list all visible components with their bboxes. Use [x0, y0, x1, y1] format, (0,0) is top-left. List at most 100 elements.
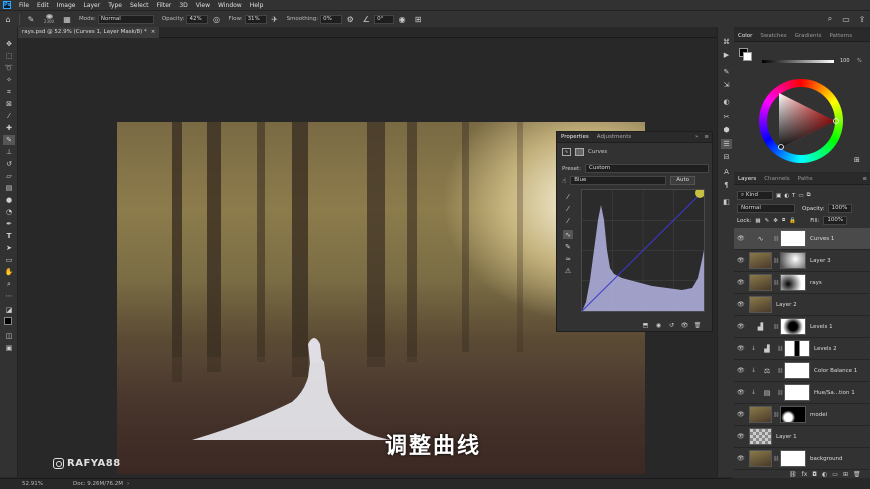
fx-icon[interactable]: fx — [802, 471, 808, 478]
layer-name[interactable]: Curves 1 — [810, 236, 834, 242]
auto-button[interactable]: Auto — [670, 176, 696, 185]
layer-row[interactable]: 👁 ⛓ background — [734, 448, 870, 470]
menu-type[interactable]: Type — [104, 2, 126, 9]
airbrush-icon[interactable]: ✈ — [270, 14, 280, 24]
layer-opacity-input[interactable]: 100% — [827, 204, 852, 213]
tab-paths[interactable]: Paths — [794, 176, 817, 182]
color-wheel[interactable] — [759, 79, 843, 163]
properties-panel-icon[interactable]: ☰ — [721, 139, 732, 149]
visibility-eye-icon[interactable]: 👁 — [737, 455, 745, 462]
layer-mask-thumbnail[interactable] — [784, 362, 810, 379]
visibility-eye-icon[interactable]: 👁 — [737, 433, 745, 440]
layer-row[interactable]: 👁 Layer 2 — [734, 294, 870, 316]
lock-transparency-icon[interactable]: ▦ — [755, 218, 760, 224]
new-layer-icon[interactable]: ⊞ — [843, 471, 848, 478]
edit-points-icon[interactable]: ∿ — [563, 230, 573, 239]
tab-channels[interactable]: Channels — [760, 176, 793, 182]
menu-3d[interactable]: 3D — [175, 2, 191, 9]
blur-tool-icon[interactable]: ● — [3, 195, 15, 205]
history-icon[interactable]: ⌘ — [721, 37, 732, 47]
layer-row[interactable]: 👁 ↓ ▤ ⛓ Hue/Sa...tion 1 — [734, 382, 870, 404]
visibility-icon[interactable]: 👁 — [680, 322, 689, 330]
quick-mask-icon[interactable]: ◫ — [3, 331, 15, 341]
eraser-tool-icon[interactable]: ▱ — [3, 171, 15, 181]
play-actions-icon[interactable]: ▶ — [721, 50, 732, 60]
reset-icon[interactable]: ↺ — [667, 322, 676, 330]
layer-row[interactable]: 👁 ∿ ⛓ Curves 1 — [734, 228, 870, 250]
libraries-icon[interactable]: ◧ — [721, 197, 732, 207]
character-panel-icon[interactable]: A — [721, 167, 732, 177]
filter-smart-icon[interactable]: ⧉ — [807, 192, 811, 199]
quick-select-tool-icon[interactable]: ✧ — [3, 75, 15, 85]
layer-name[interactable]: Hue/Sa...tion 1 — [814, 390, 855, 396]
layer-mask-thumbnail[interactable] — [780, 252, 806, 269]
blend-mode-select[interactable]: Normal — [737, 204, 795, 213]
channel-select[interactable]: Blue — [570, 176, 667, 185]
new-adjustment-icon[interactable]: ◐ — [822, 471, 827, 478]
layer-row[interactable]: 👁 ⛓ Layer 3 — [734, 250, 870, 272]
layer-name[interactable]: Layer 2 — [776, 302, 797, 308]
layer-row[interactable]: 👁 ↓ ▟ ⛓ Levels 2 — [734, 338, 870, 360]
layer-mask-thumbnail[interactable] — [780, 274, 806, 291]
visibility-eye-icon[interactable]: 👁 — [737, 411, 745, 418]
rectangle-tool-icon[interactable]: ▭ — [3, 255, 15, 265]
panel-menu-icon[interactable]: ≡ — [859, 176, 870, 182]
layer-mask-thumbnail[interactable] — [780, 450, 806, 467]
visibility-eye-icon[interactable]: 👁 — [737, 367, 745, 374]
menu-view[interactable]: View — [192, 2, 214, 9]
fill-input[interactable]: 100% — [823, 216, 848, 225]
layer-row[interactable]: 👁 ⛓ rays — [734, 272, 870, 294]
visibility-eye-icon[interactable]: 👁 — [737, 301, 745, 308]
menu-help[interactable]: Help — [246, 2, 268, 9]
home-icon[interactable]: ⌂ — [3, 14, 13, 24]
visibility-eye-icon[interactable]: 👁 — [737, 323, 745, 330]
menu-select[interactable]: Select — [126, 2, 153, 9]
zoom-tool-icon[interactable]: ⌕ — [3, 279, 15, 289]
panel-menu-icon[interactable]: ≡ — [701, 134, 712, 140]
mask-icon[interactable] — [575, 148, 584, 156]
more-tools-icon[interactable]: ⋯ — [3, 291, 15, 301]
chevron-right-icon[interactable]: › — [127, 481, 129, 487]
chain-link-icon[interactable]: ⛓ — [773, 280, 779, 286]
filter-type-icon[interactable]: T — [792, 193, 795, 199]
brush-tool-icon[interactable]: ✎ — [3, 135, 15, 145]
paragraph-panel-icon[interactable]: ¶ — [721, 180, 732, 190]
menu-layer[interactable]: Layer — [79, 2, 104, 9]
layer-name[interactable]: background — [810, 456, 843, 462]
screen-mode-icon[interactable]: ▣ — [3, 343, 15, 353]
draw-curve-icon[interactable]: ✎ — [563, 242, 573, 251]
type-tool-icon[interactable]: T — [3, 231, 15, 241]
layer-row[interactable]: 👁 ⛓ model — [734, 404, 870, 426]
move-tool-icon[interactable]: ✥ — [3, 39, 15, 49]
layer-name[interactable]: Color Balance 1 — [814, 368, 857, 374]
smooth-curve-icon[interactable]: ≈ — [563, 254, 573, 263]
canvas-area[interactable]: Properties Adjustments » ≡ ∿ Curves Pres… — [18, 38, 730, 478]
pressure-opacity-icon[interactable]: ◎ — [211, 14, 221, 24]
sample-white-point-icon[interactable]: ⁄ — [563, 216, 573, 225]
visibility-eye-icon[interactable]: 👁 — [737, 345, 745, 352]
workspace-icon[interactable]: ▭ — [841, 14, 851, 24]
tab-adjustments[interactable]: Adjustments — [593, 134, 635, 140]
default-colors-icon[interactable]: ◪ — [3, 305, 15, 315]
visibility-eye-icon[interactable]: 👁 — [737, 279, 745, 286]
healing-brush-tool-icon[interactable]: ✚ — [3, 123, 15, 133]
layer-row[interactable]: 👁 ↓ ⚖ ⛓ Color Balance 1 — [734, 360, 870, 382]
crop-tool-icon[interactable]: ⌗ — [3, 87, 15, 97]
layer-name[interactable]: model — [810, 412, 827, 418]
filter-kind-select[interactable]: ⌕ Kind — [737, 191, 773, 200]
tab-swatches[interactable]: Swatches — [756, 33, 790, 39]
close-tab-icon[interactable]: × — [151, 27, 156, 38]
chain-link-icon[interactable]: ⛓ — [773, 324, 779, 330]
brush-tool-icon[interactable]: ✎ — [26, 14, 36, 24]
curves-histogram[interactable] — [581, 188, 705, 312]
sample-gray-point-icon[interactable]: ⁄ — [563, 204, 573, 213]
dodge-tool-icon[interactable]: ◔ — [3, 207, 15, 217]
doc-info[interactable]: Doc: 9.26M/76.2M — [73, 481, 123, 487]
gear-icon[interactable]: ⚙ — [345, 14, 355, 24]
layer-mask-thumbnail[interactable] — [780, 318, 806, 335]
tab-properties[interactable]: Properties — [557, 134, 593, 140]
sample-black-point-icon[interactable]: ⁄ — [563, 192, 573, 201]
layer-thumbnail[interactable] — [749, 406, 772, 423]
path-select-tool-icon[interactable]: ➤ — [3, 243, 15, 253]
filter-shape-icon[interactable]: ▭ — [798, 193, 803, 199]
